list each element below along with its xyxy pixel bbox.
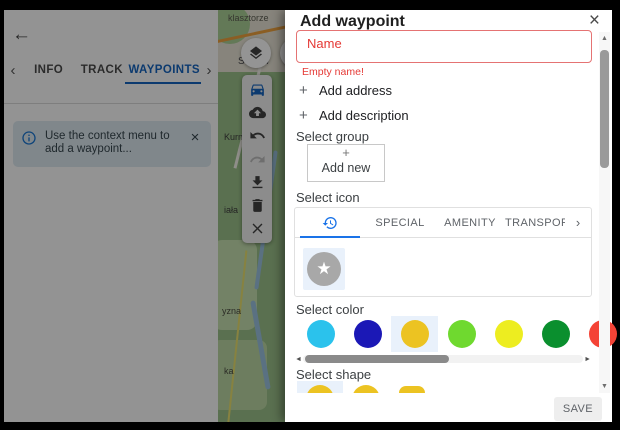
- dialog-footer: SAVE: [285, 393, 612, 422]
- color-option-navy[interactable]: [344, 316, 391, 352]
- app-content: ← ‹ INFO TRACK WAYPOINTS › Use the conte…: [4, 10, 612, 422]
- color-option-light-green[interactable]: [438, 316, 485, 352]
- color-swatch: [401, 320, 429, 348]
- modal-overlay[interactable]: [4, 10, 285, 422]
- dialog-close-icon[interactable]: ×: [589, 10, 600, 32]
- icon-category-tabs: SPECIAL AMENITY TRANSPORT ›: [295, 208, 591, 238]
- select-group-label: Select group: [296, 129, 369, 144]
- color-swatch: [448, 320, 476, 348]
- star-icon: ★: [307, 252, 341, 286]
- tab-history[interactable]: [295, 208, 365, 238]
- color-swatch: [542, 320, 570, 348]
- color-option-green[interactable]: [532, 316, 579, 352]
- add-waypoint-dialog: Add waypoint × Name Empty name! + Add ad…: [285, 10, 612, 422]
- add-address-button[interactable]: + Add address: [299, 82, 392, 99]
- tab-special[interactable]: SPECIAL: [365, 217, 435, 229]
- tab-amenity[interactable]: AMENITY: [435, 217, 505, 229]
- name-field-error: Empty name!: [302, 66, 364, 78]
- color-scrollbar[interactable]: ◄ ►: [295, 354, 591, 364]
- select-icon-label: Select icon: [296, 190, 360, 205]
- icon-option-star[interactable]: ★: [303, 248, 345, 290]
- plus-icon: +: [299, 107, 319, 124]
- color-picker: [297, 316, 620, 352]
- color-swatch: [495, 320, 523, 348]
- color-scrollbar-track[interactable]: [303, 355, 583, 363]
- name-field[interactable]: Name: [296, 30, 592, 63]
- history-icon: [322, 215, 338, 231]
- scroll-left-icon[interactable]: ◄: [295, 356, 303, 363]
- color-scrollbar-thumb[interactable]: [305, 355, 449, 363]
- add-address-label: Add address: [319, 83, 392, 98]
- icon-picker: SPECIAL AMENITY TRANSPORT › ★: [294, 207, 592, 297]
- save-button[interactable]: SAVE: [554, 397, 602, 421]
- color-option-cyan[interactable]: [297, 316, 344, 352]
- dialog-scrollbar-thumb[interactable]: [600, 50, 609, 168]
- active-icon-tab-underline: [300, 236, 360, 238]
- select-shape-label: Select shape: [296, 367, 371, 382]
- tab-transport[interactable]: TRANSPORT: [505, 217, 565, 229]
- scroll-right-icon[interactable]: ►: [583, 356, 591, 363]
- color-option-gold[interactable]: [391, 316, 438, 352]
- add-description-label: Add description: [319, 108, 409, 123]
- plus-icon: +: [299, 82, 319, 99]
- plus-icon: +: [308, 145, 384, 161]
- color-option-yellow[interactable]: [485, 316, 532, 352]
- color-swatch: [307, 320, 335, 348]
- color-swatch: [354, 320, 382, 348]
- dialog-title: Add waypoint: [300, 13, 405, 31]
- name-field-label: Name: [307, 36, 342, 51]
- select-color-label: Select color: [296, 302, 364, 317]
- dialog-scrollbar[interactable]: ▲ ▼: [599, 32, 610, 393]
- icon-tabs-more-icon[interactable]: ›: [565, 215, 591, 230]
- app-window: ← ‹ INFO TRACK WAYPOINTS › Use the conte…: [0, 0, 620, 430]
- add-new-group-button[interactable]: + Add new: [307, 144, 385, 182]
- add-new-label: Add new: [308, 161, 384, 176]
- add-description-button[interactable]: + Add description: [299, 107, 409, 124]
- scroll-up-icon[interactable]: ▲: [599, 35, 610, 42]
- scroll-down-icon[interactable]: ▼: [599, 383, 610, 390]
